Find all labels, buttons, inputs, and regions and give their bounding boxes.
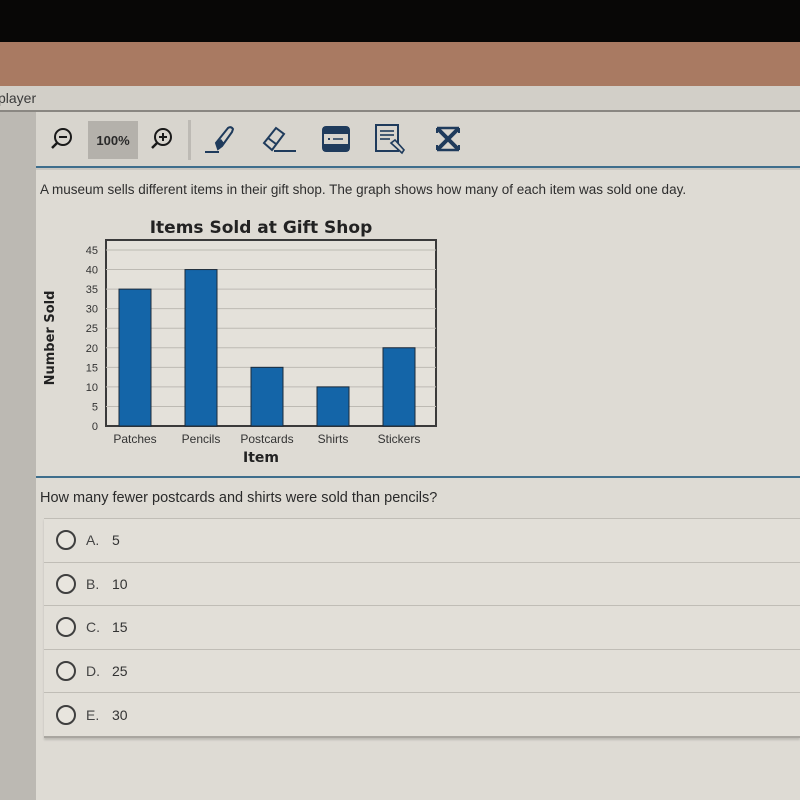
highlighter-icon (205, 126, 235, 153)
eraser-button[interactable] (258, 122, 302, 156)
bar-patches (118, 288, 152, 427)
radio-button[interactable] (56, 573, 76, 594)
toolbar: 100% (36, 112, 800, 168)
bar-stickers (382, 347, 416, 427)
radio-button[interactable] (56, 704, 76, 725)
chart-svg: 0 5 10 15 20 25 30 35 40 45 Patches Pencils Postcar… (43, 239, 437, 466)
notepad-icon (375, 124, 406, 155)
eraser-icon (262, 126, 296, 152)
line-reader-icon (322, 126, 350, 152)
choice-a[interactable]: A. 5 (44, 518, 800, 562)
y-tick-label: 15 (86, 362, 98, 374)
monitor-bezel (0, 0, 800, 42)
bar-chart: Items Sold at Gift Shop 0 5 10 15 20 25 30 35 40… (36, 210, 800, 476)
zoom-out-button[interactable] (44, 122, 80, 156)
x-tick-label: Postcards (240, 432, 293, 446)
radio-button[interactable] (56, 617, 76, 638)
y-tick-label: 45 (86, 245, 98, 257)
x-axis-label: Item (243, 450, 279, 466)
choice-c[interactable]: C. 15 (44, 605, 800, 649)
choice-d[interactable]: D. 25 (44, 648, 800, 693)
y-tick-label: 20 (86, 343, 98, 355)
browser-chrome-bar (0, 42, 800, 86)
choice-value: 15 (112, 619, 128, 636)
y-tick-label: 40 (86, 265, 98, 277)
choice-letter: C. (86, 619, 100, 636)
bar-postcards (250, 366, 284, 427)
toolbar-separator (188, 120, 191, 160)
choice-value: 30 (112, 706, 128, 723)
y-tick-label: 35 (86, 284, 98, 296)
zoom-level-display: 100% (88, 121, 138, 159)
x-tick-label: Pencils (182, 432, 221, 446)
y-axis-label: Number Sold (43, 291, 58, 386)
choice-value: 5 (112, 532, 120, 549)
question-text: How many fewer postcards and shirts were… (40, 490, 438, 506)
left-gutter (0, 112, 36, 800)
choice-b[interactable]: B. 10 (44, 561, 800, 606)
y-tick-label: 25 (86, 323, 98, 335)
x-tick-label: Stickers (378, 432, 421, 446)
choice-letter: D. (86, 663, 100, 680)
y-tick-label: 10 (86, 382, 98, 394)
zoom-out-icon (51, 128, 72, 149)
window-title: player (0, 90, 37, 106)
choice-value: 10 (112, 575, 128, 592)
passage-text: A museum sells different items in their … (40, 182, 687, 197)
choice-value: 25 (112, 663, 128, 680)
answer-choices: A. 5 B. 10 C. 15 D. 25 E. 30 (44, 518, 800, 738)
x-tick-label: Shirts (318, 432, 349, 446)
choice-letter: B. (86, 575, 100, 592)
window-titlebar: player (0, 86, 800, 112)
radio-button[interactable] (56, 661, 76, 682)
y-tick-label: 5 (92, 401, 98, 413)
line-reader-button[interactable] (316, 122, 356, 156)
section-divider (36, 476, 800, 478)
item-content: A museum sells different items in their … (36, 170, 800, 800)
zoom-in-button[interactable] (144, 122, 180, 156)
zoom-in-icon (151, 128, 172, 149)
radio-button[interactable] (56, 530, 76, 551)
y-tick-label: 30 (86, 304, 98, 316)
answer-eliminator-button[interactable] (428, 122, 468, 156)
notepad-button[interactable] (370, 122, 410, 156)
choice-e[interactable]: E. 30 (44, 692, 800, 736)
bar-pencils (184, 269, 218, 427)
choice-letter: E. (86, 706, 100, 723)
choice-letter: A. (86, 532, 100, 549)
test-player: 100% A museum sells different items in t… (0, 112, 800, 800)
x-tick-label: Patches (113, 432, 156, 446)
bar-shirts (316, 386, 350, 427)
y-tick-label: 0 (92, 421, 98, 433)
answer-eliminator-icon (436, 126, 460, 152)
highlighter-button[interactable] (200, 122, 240, 156)
